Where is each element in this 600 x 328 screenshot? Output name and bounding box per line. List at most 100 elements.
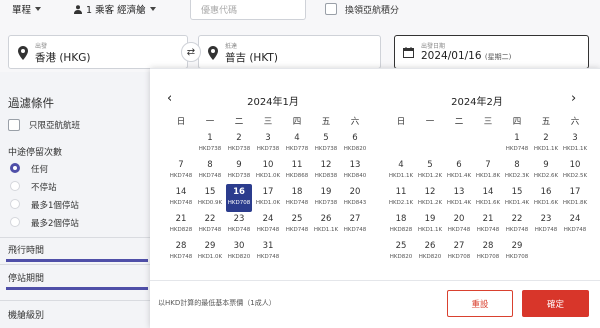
flight-time-slider[interactable] <box>6 259 148 262</box>
day-cell[interactable]: 12 HKD838 <box>313 157 339 185</box>
day-cell[interactable]: 20 HKD843 <box>342 184 368 212</box>
stop-radio-any[interactable] <box>10 163 20 173</box>
direct-only-checkbox[interactable] <box>8 119 20 131</box>
day-price: HKD748 <box>476 227 500 233</box>
location-pin-icon <box>18 46 28 60</box>
day-number: 1 <box>207 133 213 143</box>
day-cell[interactable]: 24 HKD748 <box>562 211 588 239</box>
day-cell[interactable]: 3 HKD1.1K <box>562 130 588 158</box>
day-cell[interactable]: 28 HKD708 <box>475 238 501 266</box>
origin-field[interactable]: 出發 香港 (HKG) <box>8 35 188 69</box>
day-cell[interactable]: 19 HKD738 <box>313 184 339 212</box>
chevron-right-icon[interactable]: › <box>571 91 576 106</box>
trip-type-select[interactable]: 單程 <box>12 2 42 16</box>
reset-button[interactable]: 重設 <box>447 290 513 317</box>
redeem-points-checkbox[interactable] <box>325 3 337 15</box>
day-cell[interactable]: 6 HKD820 <box>342 130 368 158</box>
day-cell[interactable]: 13 HKD840 <box>342 157 368 185</box>
departure-date-field[interactable]: 出發日期 2024/01/16 (星期二) <box>394 35 589 69</box>
day-cell[interactable]: 7 HKD1.8K <box>475 157 501 185</box>
day-cell[interactable]: 1 HKD748 <box>504 130 530 158</box>
day-cell[interactable]: 12 HKD1.2K <box>417 184 443 212</box>
day-cell[interactable]: 7 HKD748 <box>168 157 194 185</box>
weekday-header: 三 <box>483 117 493 127</box>
day-cell[interactable]: 11 HKD868 <box>284 157 310 185</box>
swap-icon[interactable]: ⇄ <box>181 42 201 62</box>
day-cell[interactable]: 3 HKD738 <box>255 130 281 158</box>
stop-radio-one[interactable] <box>10 199 20 209</box>
day-cell[interactable]: 26 HKD1.1K <box>313 211 339 239</box>
day-cell[interactable]: 17 HKD1.8K <box>562 184 588 212</box>
day-cell[interactable]: 5 HKD738 <box>313 130 339 158</box>
day-cell[interactable]: 22 HKD748 <box>197 211 223 239</box>
day-price: HKD828 <box>389 227 413 233</box>
day-cell[interactable]: 8 HKD748 <box>197 157 223 185</box>
day-number: 6 <box>456 160 462 170</box>
day-cell[interactable]: 16 HKD1.6K <box>533 184 559 212</box>
day-number: 25 <box>395 241 407 251</box>
day-cell[interactable]: 22 HKD748 <box>504 211 530 239</box>
day-cell[interactable]: 1 HKD738 <box>197 130 223 158</box>
day-cell[interactable]: 21 HKD748 <box>475 211 501 239</box>
stop-radio-two[interactable] <box>10 217 20 227</box>
day-number: 15 <box>204 187 216 197</box>
day-cell[interactable]: 18 HKD828 <box>388 211 414 239</box>
passenger-select[interactable]: 1 乘客 經濟艙 <box>74 2 156 16</box>
day-cell[interactable]: 10 HKD1.0K <box>255 157 281 185</box>
day-cell[interactable]: 2 HKD738 <box>226 130 252 158</box>
day-cell[interactable]: 30 HKD820 <box>226 238 252 266</box>
day-cell[interactable]: 24 HKD748 <box>255 211 281 239</box>
day-cell[interactable]: 25 HKD820 <box>388 238 414 266</box>
chevron-left-icon[interactable]: ‹ <box>167 91 172 106</box>
day-cell[interactable]: 27 HKD748 <box>342 211 368 239</box>
day-cell[interactable]: 27 HKD708 <box>446 238 472 266</box>
divider <box>0 300 150 301</box>
day-cell[interactable]: 15 HKD1.4K <box>504 184 530 212</box>
weekday-header: 一 <box>425 117 435 127</box>
day-price: HKD1.4K <box>446 173 472 179</box>
day-cell[interactable]: 31 HKD748 <box>255 238 281 266</box>
day-cell[interactable]: 9 HKD2.6K <box>533 157 559 185</box>
day-cell[interactable]: 28 HKD748 <box>168 238 194 266</box>
day-cell[interactable]: 2 HKD1.1K <box>533 130 559 158</box>
day-cell[interactable]: 29 HKD708 <box>504 238 530 266</box>
layover-section[interactable]: 停站期間 <box>8 271 44 284</box>
confirm-button[interactable]: 確定 <box>522 290 589 317</box>
day-cell[interactable]: 14 HKD1.6K <box>475 184 501 212</box>
day-cell[interactable]: 23 HKD748 <box>226 211 252 239</box>
day-cell[interactable]: 19 HKD1.1K <box>417 211 443 239</box>
cabin-section[interactable]: 機艙級別 <box>8 308 44 321</box>
day-cell[interactable]: 26 HKD820 <box>417 238 443 266</box>
day-cell[interactable]: 14 HKD748 <box>168 184 194 212</box>
day-cell[interactable]: 23 HKD748 <box>533 211 559 239</box>
day-cell[interactable]: 4 HKD1.1K <box>388 157 414 185</box>
day-cell[interactable]: 4 HKD778 <box>284 130 310 158</box>
layover-slider[interactable] <box>6 287 148 290</box>
day-cell[interactable]: 9 HKD738 <box>226 157 252 185</box>
day-cell[interactable]: 18 HKD748 <box>284 184 310 212</box>
day-cell[interactable]: 15 HKD0.9K <box>197 184 223 212</box>
day-cell[interactable]: 20 HKD748 <box>446 211 472 239</box>
flight-time-section[interactable]: 飛行時間 <box>8 243 44 256</box>
day-cell-selected[interactable]: 16 HKD708 <box>226 184 252 212</box>
day-cell[interactable]: 10 HKD2.5K <box>562 157 588 185</box>
day-cell[interactable]: 13 HKD1.4K <box>446 184 472 212</box>
destination-field[interactable]: 抵達 普吉 (HKT) <box>198 35 381 69</box>
fare-note: 以HKD計算的最低基本票價（1成人） <box>158 299 276 307</box>
day-cell[interactable]: 6 HKD1.4K <box>446 157 472 185</box>
day-price: HKD1.2K <box>417 200 443 206</box>
day-cell[interactable]: 8 HKD2.3K <box>504 157 530 185</box>
day-cell[interactable]: 21 HKD828 <box>168 211 194 239</box>
stop-radio-nonstop[interactable] <box>10 181 20 191</box>
day-price: HKD1.2K <box>417 173 443 179</box>
day-price: HKD738 <box>227 173 251 179</box>
day-number: 2 <box>236 133 242 143</box>
day-number: 8 <box>514 160 520 170</box>
promo-code-input[interactable]: 優惠代碼 <box>190 0 306 20</box>
day-cell[interactable]: 5 HKD1.2K <box>417 157 443 185</box>
day-cell[interactable]: 29 HKD1.0K <box>197 238 223 266</box>
day-cell[interactable]: 17 HKD1.0K <box>255 184 281 212</box>
day-cell[interactable]: 11 HKD2.1K <box>388 184 414 212</box>
chevron-down-icon <box>149 7 156 11</box>
day-cell[interactable]: 25 HKD748 <box>284 211 310 239</box>
